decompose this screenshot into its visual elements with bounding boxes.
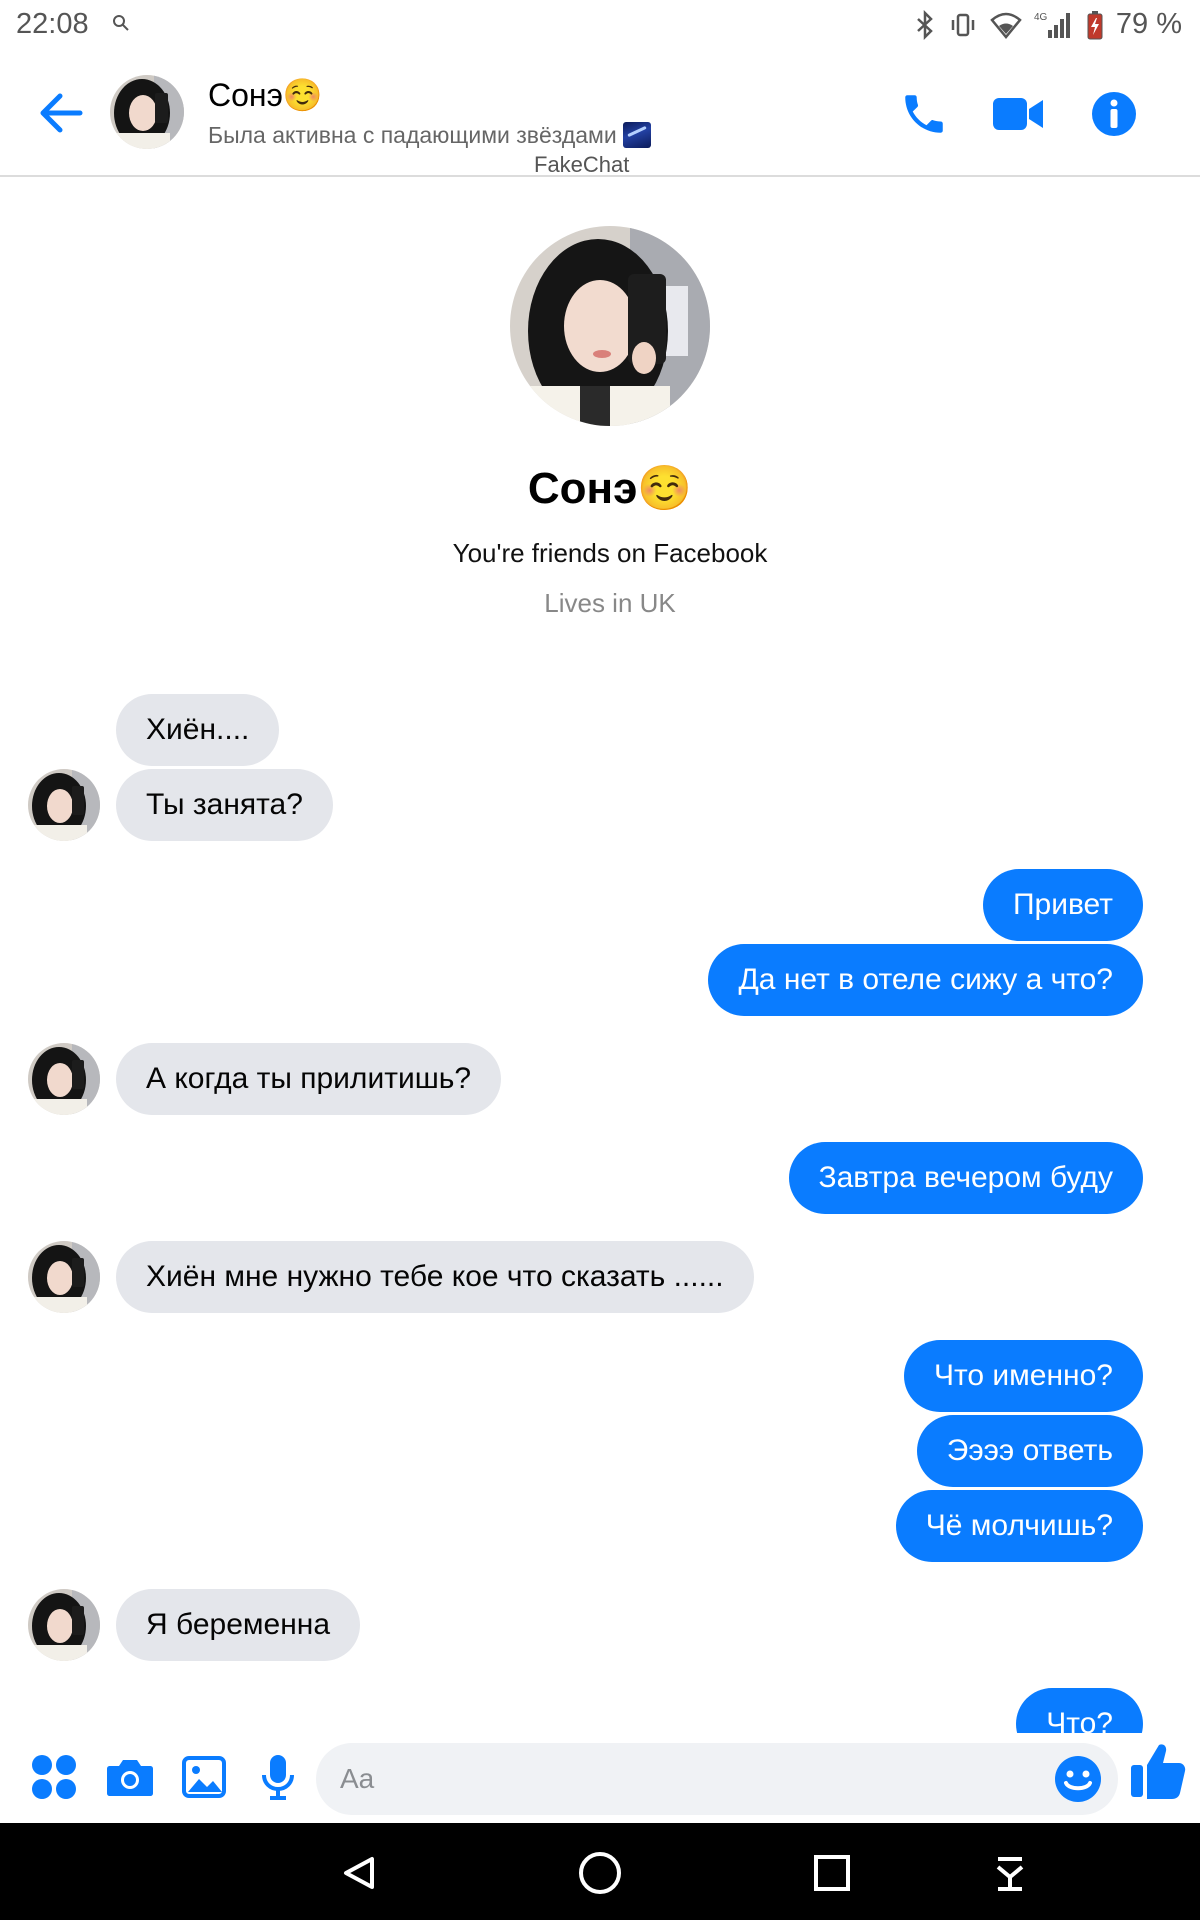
outgoing-message-bubble[interactable]: Привет bbox=[982, 869, 1143, 941]
message-row: Я беременна bbox=[0, 1589, 1200, 1661]
message-row: Ээээ ответь bbox=[0, 1415, 1200, 1487]
phone-icon bbox=[905, 95, 943, 133]
apps-button[interactable] bbox=[24, 1747, 84, 1807]
watermark: FakeChat bbox=[534, 152, 630, 177]
incoming-message-bubble[interactable]: Хиён мне нужно тебе кое что сказать ....… bbox=[116, 1241, 754, 1313]
message-row: А когда ты прилитишь? bbox=[0, 1043, 1200, 1115]
thumbs-up-icon bbox=[1131, 1744, 1186, 1799]
video-camera-icon bbox=[993, 98, 1043, 130]
shooting-star-icon bbox=[622, 122, 651, 148]
vibrate-icon bbox=[948, 10, 978, 40]
sender-avatar[interactable] bbox=[28, 769, 100, 841]
nav-recents-icon bbox=[814, 1855, 850, 1891]
message-row: Хиён.... bbox=[0, 694, 1200, 766]
nav-notifications-button[interactable] bbox=[982, 1845, 1038, 1901]
sender-avatar[interactable] bbox=[28, 1241, 100, 1313]
apps-icon bbox=[32, 1755, 76, 1799]
message-list[interactable]: Хиён.... Ты занята? Привет Да нет в отел… bbox=[0, 180, 1200, 1733]
microphone-icon bbox=[262, 1755, 294, 1800]
message-row: Чё молчишь? bbox=[0, 1490, 1200, 1562]
outgoing-message-bubble[interactable]: Ээээ ответь bbox=[916, 1415, 1143, 1487]
message-input[interactable] bbox=[340, 1743, 1020, 1815]
message-row: Привет bbox=[0, 869, 1200, 941]
camera-icon bbox=[107, 1760, 153, 1796]
outgoing-message-bubble[interactable]: Да нет в отеле сижу а что? bbox=[708, 944, 1143, 1016]
contact-name[interactable]: Сонэ☺️ bbox=[208, 76, 323, 114]
incoming-message-bubble[interactable]: Хиён.... bbox=[116, 694, 280, 766]
message-row: Да нет в отеле сижу а что? bbox=[0, 944, 1200, 1016]
incoming-message-bubble[interactable]: Я беременна bbox=[116, 1589, 361, 1661]
call-button[interactable] bbox=[896, 86, 952, 142]
message-row: Ты занята? bbox=[0, 769, 1200, 841]
status-time: 22:08 bbox=[16, 8, 89, 40]
back-button[interactable] bbox=[36, 88, 86, 138]
smiley-icon bbox=[1055, 1756, 1101, 1802]
navigation-bar bbox=[0, 1823, 1200, 1920]
message-row: Хиён мне нужно тебе кое что сказать ....… bbox=[0, 1241, 1200, 1313]
battery-icon bbox=[1086, 10, 1104, 40]
incoming-message-bubble[interactable]: А когда ты прилитишь? bbox=[116, 1043, 502, 1115]
nav-back-icon bbox=[344, 1857, 374, 1889]
message-row: Завтра вечером буду bbox=[0, 1142, 1200, 1214]
outgoing-message-bubble[interactable]: Чё молчишь? bbox=[895, 1490, 1143, 1562]
active-status-text: Была активна с падающими звёздами bbox=[208, 122, 617, 148]
outgoing-message-bubble[interactable]: Что именно? bbox=[904, 1340, 1143, 1412]
nav-notifications-icon bbox=[996, 1857, 1024, 1891]
wifi-icon bbox=[990, 11, 1022, 39]
nav-back-button[interactable] bbox=[332, 1845, 388, 1901]
voice-message-button[interactable] bbox=[248, 1747, 308, 1807]
nav-home-button[interactable] bbox=[572, 1845, 628, 1901]
camera-button[interactable] bbox=[100, 1747, 160, 1807]
info-button[interactable] bbox=[1086, 86, 1142, 142]
battery-percent: 79 % bbox=[1115, 8, 1182, 40]
messenger-app: 22:08 4G 79 % Сонэ☺️ Была активна с пада… bbox=[0, 0, 1200, 1920]
search-icon bbox=[112, 14, 130, 37]
image-icon bbox=[182, 1756, 226, 1798]
arrow-left-icon bbox=[40, 93, 83, 133]
emoji-button[interactable] bbox=[1050, 1751, 1106, 1807]
status-indicators: 4G 79 % bbox=[914, 8, 1182, 41]
nav-recents-button[interactable] bbox=[804, 1845, 860, 1901]
sender-avatar[interactable] bbox=[28, 1043, 100, 1115]
message-row: Что именно? bbox=[0, 1340, 1200, 1412]
svg-text:4G: 4G bbox=[1034, 12, 1048, 23]
message-box bbox=[316, 1743, 1118, 1815]
nav-home-icon bbox=[579, 1852, 621, 1894]
status-bar: 22:08 4G 79 % bbox=[0, 0, 1200, 50]
cellular-signal-icon: 4G bbox=[1034, 10, 1074, 40]
outgoing-message-bubble[interactable]: Завтра вечером буду bbox=[788, 1142, 1143, 1214]
conversation-header: Сонэ☺️ Была активна с падающими звёздами… bbox=[0, 50, 1200, 177]
sender-avatar[interactable] bbox=[28, 1589, 100, 1661]
info-icon bbox=[1092, 92, 1136, 136]
bluetooth-icon bbox=[914, 9, 936, 40]
outgoing-message-bubble[interactable]: Что? bbox=[1016, 1688, 1143, 1733]
active-status: Была активна с падающими звёздами bbox=[208, 122, 651, 149]
message-composer bbox=[0, 1733, 1200, 1823]
gallery-button[interactable] bbox=[174, 1747, 234, 1807]
like-button[interactable] bbox=[1128, 1741, 1188, 1801]
message-row: Что? bbox=[0, 1688, 1200, 1733]
video-call-button[interactable] bbox=[990, 86, 1046, 142]
incoming-message-bubble[interactable]: Ты занята? bbox=[116, 769, 333, 841]
contact-avatar[interactable] bbox=[110, 75, 184, 149]
